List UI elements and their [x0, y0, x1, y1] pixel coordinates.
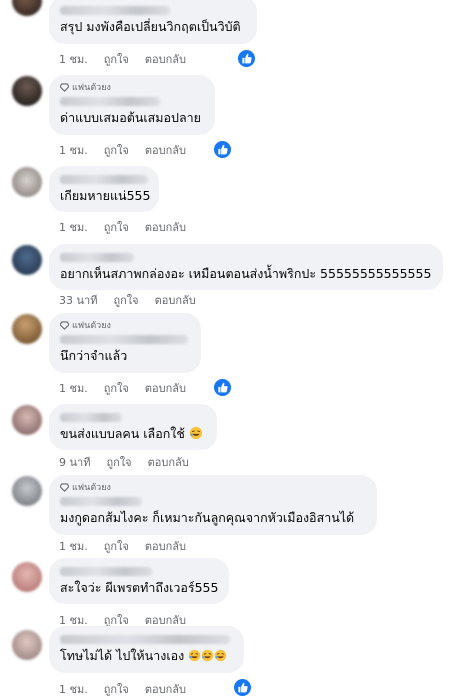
- comment-actions: 1 ชม. ถูกใจ ตอบกลับ: [59, 381, 186, 395]
- comment-actions: 1 ชม. ถูกใจ ตอบกลับ: [59, 682, 186, 696]
- comment-time[interactable]: 1 ชม.: [59, 141, 88, 159]
- avatar[interactable]: [12, 314, 42, 344]
- comment-bubble: ขนส่งแบบลคน เลือกใช้: [49, 404, 217, 450]
- avatar[interactable]: [12, 0, 42, 16]
- comment-text-content: โทษไม่ได้ ไปให้นางเอง: [60, 648, 185, 663]
- like-link[interactable]: ถูกใจ: [104, 218, 129, 236]
- avatar[interactable]: [12, 167, 42, 197]
- avatar[interactable]: [12, 476, 42, 506]
- comment-text: มงกูดอกส้มไงคะ ก็เหมาะกันลูกคุณจากหัวเมื…: [60, 510, 355, 525]
- author-name-blurred[interactable]: [60, 253, 134, 262]
- reply-link[interactable]: ตอบกลับ: [145, 218, 186, 236]
- comment-actions: 1 ชม. ถูกใจ ตอบกลับ: [59, 539, 186, 553]
- comment-bubble: โทษไม่ได้ ไปให้นางเอง: [49, 626, 244, 673]
- comment-text: ด่าแบบเสมอต้นเสมอปลาย: [60, 110, 201, 125]
- comment-text: เกียมหายแน่555: [60, 188, 151, 203]
- rofl-emoji-icon: [188, 649, 201, 666]
- like-link[interactable]: ถูกใจ: [106, 453, 131, 471]
- like-link[interactable]: ถูกใจ: [104, 50, 129, 68]
- like-link[interactable]: ถูกใจ: [113, 291, 138, 309]
- comment-actions: 33 นาที ถูกใจ ตอบกลับ: [59, 293, 196, 307]
- comment-actions: 1 ชม. ถูกใจ ตอบกลับ: [59, 52, 186, 66]
- comment-actions: 1 ชม. ถูกใจ ตอบกลับ: [59, 613, 186, 627]
- author-name-blurred[interactable]: [60, 635, 230, 644]
- reply-link[interactable]: ตอบกลับ: [145, 50, 186, 68]
- like-link[interactable]: ถูกใจ: [104, 680, 129, 698]
- like-reaction-icon[interactable]: [232, 677, 253, 698]
- comment-time[interactable]: 1 ชม.: [59, 379, 88, 397]
- avatar[interactable]: [12, 562, 42, 592]
- comment-text: สะใจว่ะ ผีเพรตทำถึงเวอร์555: [60, 580, 219, 595]
- author-name-blurred[interactable]: [60, 567, 152, 576]
- author-name-blurred[interactable]: [60, 497, 142, 506]
- like-reaction-icon[interactable]: [236, 48, 257, 69]
- comment-text: สรุป มงพังคือเปลี่ยนวิกฤตเป็นวิบัติ: [60, 19, 241, 34]
- diamond-icon: [60, 320, 69, 330]
- author-name-blurred[interactable]: [60, 6, 170, 15]
- fan-badge: แฟนตัวยง: [60, 81, 204, 93]
- author-name-blurred[interactable]: [60, 335, 188, 344]
- like-link[interactable]: ถูกใจ: [104, 379, 129, 397]
- rofl-emoji-icon: [189, 426, 203, 444]
- comment-text: นึกว่าจำแล้ว: [60, 348, 128, 363]
- like-reaction-icon[interactable]: [212, 377, 233, 398]
- like-link[interactable]: ถูกใจ: [104, 141, 129, 159]
- comment-actions: 1 ชม. ถูกใจ ตอบกลับ: [59, 143, 186, 157]
- comment-time[interactable]: 1 ชม.: [59, 50, 88, 68]
- diamond-icon: [60, 482, 69, 492]
- comment-bubble: อยากเห็นสภาพกล่องอะ เหมือนตอนส่งน้ำพริกป…: [49, 244, 443, 290]
- comment-text: ขนส่งแบบลคน เลือกใช้: [60, 425, 206, 444]
- diamond-icon: [60, 82, 69, 92]
- fan-badge-label: แฟนตัวยง: [72, 321, 111, 331]
- reply-link[interactable]: ตอบกลับ: [145, 141, 186, 159]
- comment-time[interactable]: 1 ชม.: [59, 537, 88, 555]
- author-name-blurred[interactable]: [60, 413, 122, 422]
- comment-bubble: แฟนตัวยง ด่าแบบเสมอต้นเสมอปลาย: [49, 75, 215, 135]
- reply-link[interactable]: ตอบกลับ: [148, 453, 189, 471]
- comment-time[interactable]: 1 ชม.: [59, 218, 88, 236]
- comment-bubble: เกียมหายแน่555: [49, 166, 159, 212]
- reply-link[interactable]: ตอบกลับ: [145, 537, 186, 555]
- avatar[interactable]: [12, 405, 42, 435]
- comment-bubble: สะใจว่ะ ผีเพรตทำถึงเวอร์555: [49, 558, 229, 604]
- like-link[interactable]: ถูกใจ: [104, 537, 129, 555]
- comment-actions: 1 ชม. ถูกใจ ตอบกลับ: [59, 220, 186, 234]
- reply-link[interactable]: ตอบกลับ: [155, 291, 196, 309]
- avatar[interactable]: [12, 76, 42, 106]
- rofl-emoji-icon: [201, 649, 214, 666]
- comment-text-content: ขนส่งแบบลคน เลือกใช้: [60, 426, 185, 441]
- fan-badge-label: แฟนตัวยง: [72, 483, 111, 493]
- comment-time[interactable]: 33 นาที: [59, 291, 97, 309]
- comment-actions: 9 นาที ถูกใจ ตอบกลับ: [59, 455, 189, 469]
- comment-text: อยากเห็นสภาพกล่องอะ เหมือนตอนส่งน้ำพริกป…: [60, 266, 432, 281]
- rofl-emoji-icon: [214, 649, 227, 666]
- avatar[interactable]: [12, 245, 42, 275]
- reply-link[interactable]: ตอบกลับ: [145, 379, 186, 397]
- comment-bubble: สรุป มงพังคือเปลี่ยนวิกฤตเป็นวิบัติ: [49, 0, 257, 44]
- fan-badge: แฟนตัวยง: [60, 319, 190, 331]
- comment-time[interactable]: 9 นาที: [59, 453, 90, 471]
- avatar[interactable]: [12, 630, 42, 660]
- author-name-blurred[interactable]: [60, 97, 160, 106]
- reply-link[interactable]: ตอบกลับ: [145, 680, 186, 698]
- fan-badge-label: แฟนตัวยง: [72, 83, 111, 93]
- comment-bubble: แฟนตัวยง มงกูดอกส้มไงคะ ก็เหมาะกันลูกคุณ…: [49, 475, 377, 535]
- like-reaction-icon[interactable]: [212, 139, 233, 160]
- author-name-blurred[interactable]: [60, 175, 148, 184]
- comment-bubble: แฟนตัวยง นึกว่าจำแล้ว: [49, 313, 201, 373]
- fan-badge: แฟนตัวยง: [60, 481, 366, 493]
- comment-time[interactable]: 1 ชม.: [59, 680, 88, 698]
- comment-text: โทษไม่ได้ ไปให้นางเอง: [60, 647, 233, 666]
